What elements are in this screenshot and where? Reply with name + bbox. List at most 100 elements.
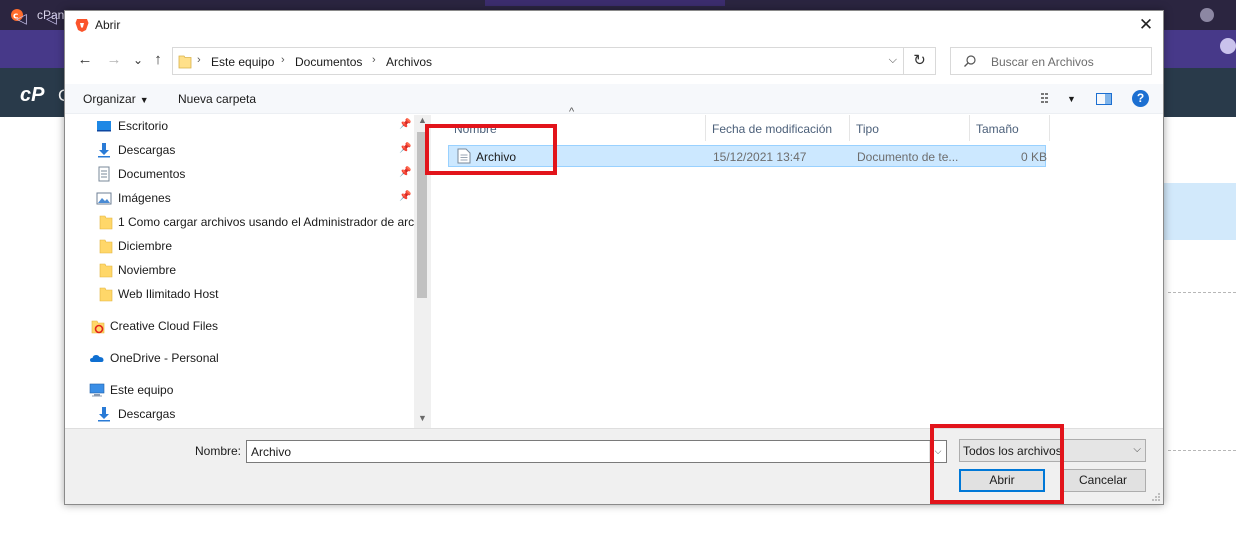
background-dashed-line <box>1168 450 1236 451</box>
sidebar-item-descargas[interactable]: Descargas 📌 <box>65 139 415 161</box>
browser-back-arrow-icon[interactable]: ◁ <box>46 10 57 27</box>
recent-locations-button[interactable]: ⌄ <box>129 51 147 69</box>
view-dropdown-icon[interactable]: ▼ <box>1067 94 1076 104</box>
search-icon <box>964 55 976 67</box>
folder-icon <box>99 215 113 230</box>
up-button[interactable]: ↑ <box>149 51 167 69</box>
file-name-input[interactable]: Archivo ⌵ <box>246 440 947 463</box>
computer-icon <box>89 383 105 397</box>
scroll-down-icon[interactable]: ▼ <box>416 413 429 427</box>
sidebar-item-noviembre[interactable]: Noviembre <box>65 259 415 281</box>
pin-icon: 📌 <box>399 191 412 202</box>
sidebar-item-creative-cloud-files[interactable]: Creative Cloud Files <box>65 315 415 337</box>
new-folder-button[interactable]: Nueva carpeta <box>178 92 256 106</box>
creative-cloud-icon <box>91 320 105 334</box>
search-placeholder: Buscar en Archivos <box>991 55 1094 69</box>
pin-icon: 📌 <box>399 119 412 130</box>
breadcrumb-documentos[interactable]: Documentos <box>295 55 362 69</box>
cancel-button[interactable]: Cancelar <box>1060 469 1146 492</box>
download-icon <box>98 143 110 158</box>
file-name-label: Nombre: <box>195 444 242 458</box>
background-dashed-line <box>1168 292 1236 293</box>
command-bar: Organizar ▼ Nueva carpeta ▼ <box>65 84 1163 114</box>
sidebar-item-label: 1 Como cargar archivos usando el Adminis… <box>118 215 417 229</box>
sidebar-item-escritorio[interactable]: Escritorio 📌 <box>65 115 415 137</box>
folder-icon <box>178 55 192 69</box>
file-type: Documento de te... <box>857 150 959 164</box>
sidebar-item-folder-tutorial[interactable]: 1 Como cargar archivos usando el Adminis… <box>65 211 417 233</box>
documents-icon <box>98 166 110 182</box>
file-modified: 15/12/2021 13:47 <box>713 150 807 164</box>
highlight-open-button-annotation <box>930 424 1064 504</box>
pin-icon: 📌 <box>399 167 412 178</box>
help-icon[interactable]: ? <box>1132 90 1149 107</box>
sidebar-item-label: Este equipo <box>110 383 174 397</box>
highlight-file-annotation <box>425 124 557 175</box>
sidebar-item-label: Creative Cloud Files <box>110 319 219 333</box>
sidebar-item-label: Documentos <box>118 167 186 181</box>
sidebar-item-documentos[interactable]: Documentos 📌 <box>65 163 415 185</box>
folder-icon <box>99 263 113 278</box>
dialog-title-bar[interactable]: Abrir ✕ <box>65 11 1163 39</box>
sidebar-item-label: Diciembre <box>118 239 173 253</box>
column-header-label: Fecha de modificación <box>712 122 833 136</box>
organize-label: Organizar <box>83 92 136 106</box>
caret-down-icon: ▼ <box>139 95 149 105</box>
sidebar-item-label: Escritorio <box>118 119 169 133</box>
preview-pane-icon[interactable] <box>1096 92 1112 106</box>
sidebar-item-onedrive-personal[interactable]: OneDrive - Personal <box>65 347 415 369</box>
pictures-icon <box>96 192 112 205</box>
sidebar-item-label: OneDrive - Personal <box>110 351 219 365</box>
desktop-icon <box>97 121 111 132</box>
sidebar-item-label: Descargas <box>118 143 176 157</box>
column-header-label: Tamaño <box>976 122 1019 136</box>
view-options-icon[interactable] <box>1041 92 1057 106</box>
breadcrumb-archivos[interactable]: Archivos <box>386 55 432 69</box>
dialog-title: Abrir <box>95 18 121 32</box>
background-highlight-band <box>1164 183 1236 240</box>
resize-grip-icon[interactable] <box>1151 492 1161 502</box>
chevron-down-icon[interactable]: ⌵ <box>889 54 897 67</box>
sidebar-item-este-equipo[interactable]: Este equipo <box>65 379 415 401</box>
navigation-pane: Escritorio 📌 Descargas 📌 Documentos 📌 Im… <box>65 115 431 428</box>
sort-ascending-icon: ^ <box>569 106 575 118</box>
search-input[interactable]: Buscar en Archivos <box>950 47 1152 75</box>
navigation-toolbar: ← → ⌄ ↑ › Este equipo › Documentos › Arc… <box>65 44 1163 78</box>
breadcrumb-separator-icon[interactable]: › <box>197 54 201 66</box>
browser-back-icon[interactable]: ◁ <box>16 10 27 27</box>
browser-tab-menu-icon[interactable] <box>1200 8 1214 22</box>
sidebar-item-descargas-equipo[interactable]: Descargas <box>65 403 415 425</box>
breadcrumb-separator-icon[interactable]: › <box>372 54 376 66</box>
refresh-button[interactable]: ↻ <box>904 47 936 75</box>
column-header-type[interactable]: Tipo <box>850 115 970 141</box>
download-icon <box>98 407 110 422</box>
file-name-value: Archivo <box>251 445 292 459</box>
folder-icon <box>99 287 113 302</box>
breadcrumb-este-equipo[interactable]: Este equipo <box>211 55 274 69</box>
chevron-down-icon: ⌵ <box>1133 444 1141 455</box>
close-button[interactable]: ✕ <box>1129 11 1163 39</box>
brave-browser-icon <box>75 19 89 32</box>
folder-icon <box>99 239 113 254</box>
address-bar[interactable]: › Este equipo › Documentos › Archivos ⌵ <box>172 47 904 75</box>
sidebar-item-label: Descargas <box>118 407 176 421</box>
breadcrumb-separator-icon[interactable]: › <box>281 54 285 66</box>
back-button[interactable]: ← <box>76 51 94 69</box>
column-header-modified[interactable]: Fecha de modificación <box>706 115 850 141</box>
browser-tab-active-accent <box>485 0 725 6</box>
browser-profile-icon[interactable] <box>1220 38 1236 54</box>
pin-icon: 📌 <box>399 143 412 154</box>
column-header-size[interactable]: Tamaño <box>970 115 1050 141</box>
cpanel-logo-icon: cP <box>20 84 45 106</box>
sidebar-item-label: Noviembre <box>118 263 177 277</box>
column-header-label: Tipo <box>856 122 879 136</box>
sidebar-item-web-ilimitado-host[interactable]: Web Ilimitado Host <box>65 283 415 305</box>
file-size: 0 KB <box>1021 150 1048 164</box>
sidebar-item-label: Imágenes <box>118 191 171 205</box>
onedrive-icon <box>90 355 104 362</box>
organize-menu[interactable]: Organizar ▼ <box>83 92 149 106</box>
forward-button[interactable]: → <box>105 51 123 69</box>
sidebar-item-label: Web Ilimitado Host <box>118 287 219 301</box>
sidebar-item-imagenes[interactable]: Imágenes 📌 <box>65 187 415 209</box>
sidebar-item-diciembre[interactable]: Diciembre <box>65 235 415 257</box>
